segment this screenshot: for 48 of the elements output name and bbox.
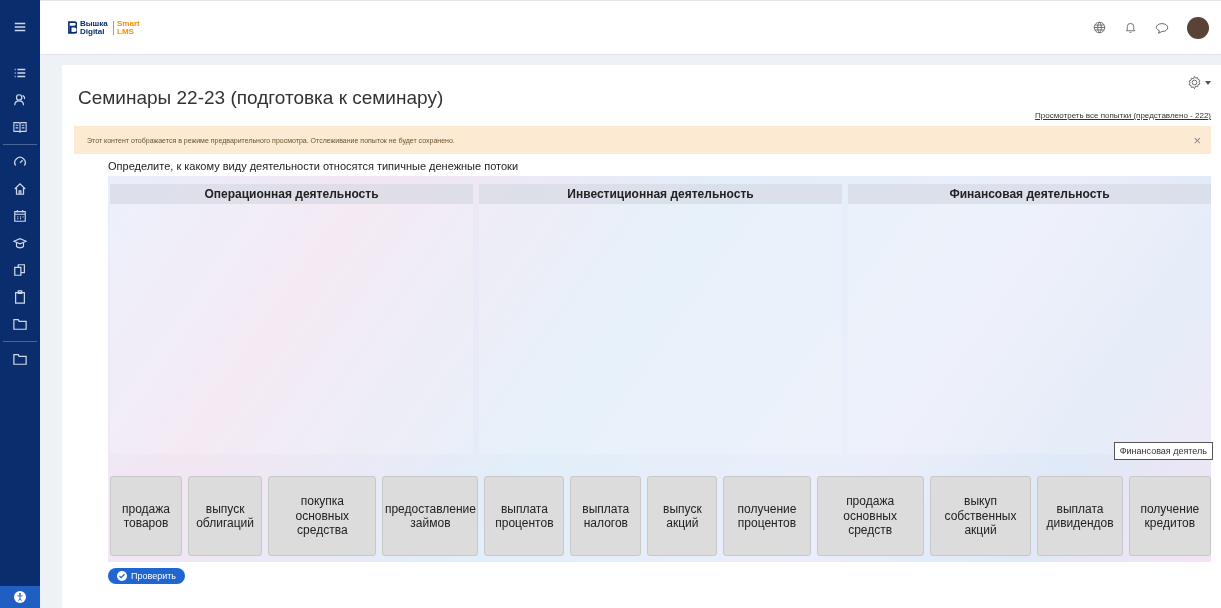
list-icon[interactable] [13,66,27,80]
drag-tile[interactable]: покупка основных средства [268,476,377,556]
settings-icon [1187,75,1202,90]
drag-tile[interactable]: предоставление займов [382,476,479,556]
home-icon[interactable] [13,182,27,196]
column-heading: Операционная деятельность [110,184,473,204]
accessibility-button[interactable] [0,586,40,608]
copy-icon[interactable] [13,263,27,277]
attempts-link[interactable]: Просмотреть все попытки (представлено - 222) [1035,111,1211,120]
drag-tile[interactable]: получение процентов [723,476,811,556]
tooltip: Финансовая деятель [1113,442,1213,460]
drag-tile[interactable]: выплата налогов [570,476,642,556]
drag-tile[interactable]: получение кредитов [1128,476,1211,556]
people-icon[interactable] [13,93,27,107]
calendar-icon[interactable] [13,209,27,223]
drag-tile[interactable]: выпуск акций [647,476,718,556]
bell-icon[interactable] [1124,21,1137,34]
drag-tile[interactable]: выплата дивидендов [1037,476,1123,556]
caret-icon [1205,80,1211,85]
folder-icon[interactable] [13,317,27,331]
book-icon[interactable] [13,120,27,134]
drag-tile[interactable]: продажа основных средств [816,476,924,556]
settings-menu-button[interactable] [1187,73,1211,90]
column-heading: Инвестиционная деятельность [479,184,842,204]
logo-mark-icon [68,21,77,34]
drag-tile[interactable]: выпуск облигаций [187,476,263,556]
check-button[interactable]: Проверить [108,568,185,584]
drop-zone[interactable]: Операционная деятельность [110,184,473,454]
logo-subtext: Smart LMS [117,19,141,36]
column-heading: Финансовая деятельность [848,184,1211,204]
logo[interactable]: Вышка Digital Smart LMS [68,19,141,36]
drop-zone[interactable]: Инвестиционная деятельность [479,184,842,454]
globe-icon[interactable] [1093,21,1106,34]
avatar[interactable] [1187,16,1209,39]
gauge-icon[interactable] [13,155,27,169]
graduation-cap-icon[interactable] [13,236,27,250]
folder-icon[interactable] [13,352,27,366]
logo-text: Вышка Digital [80,19,109,36]
menu-icon[interactable] [13,20,27,34]
drag-tile[interactable]: продажа товаров [110,476,182,556]
check-circle-icon [117,571,127,581]
question-text: Определите, к какому виду деятельности относятся типичные денежные потоки [108,160,520,172]
page-title: Семинары 22-23 (подготовка к семинару) [78,87,444,109]
drag-tile[interactable]: выплата процентов [484,476,565,556]
chat-icon[interactable] [1155,20,1169,35]
clipboard-icon[interactable] [13,290,27,304]
accessibility-icon [14,591,26,603]
drag-tile[interactable]: выкуп собственных акций [929,476,1032,556]
